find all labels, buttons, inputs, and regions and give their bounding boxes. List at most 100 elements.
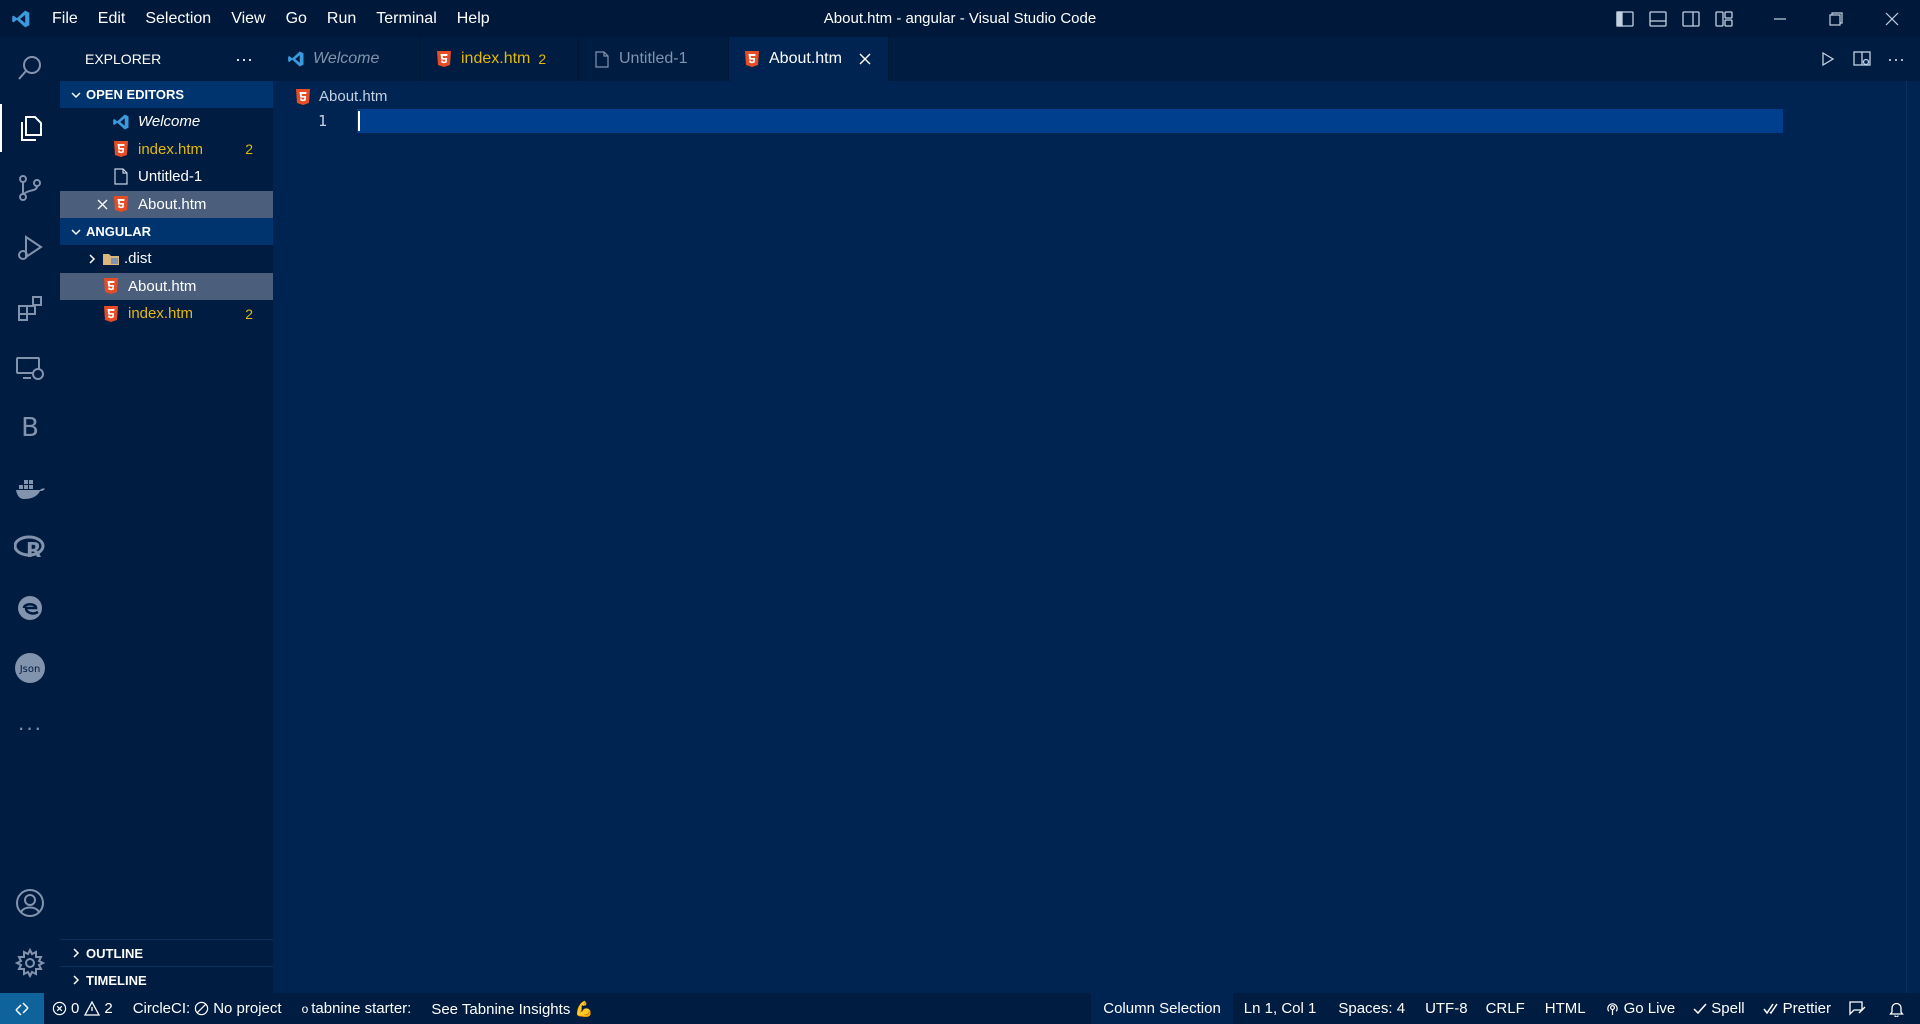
tabnine-icon: o: [301, 1001, 309, 1016]
r-icon[interactable]: R: [0, 524, 60, 572]
editor-scrollbar[interactable]: [1906, 81, 1920, 993]
eol-status[interactable]: CRLF: [1477, 993, 1534, 1024]
more-label: ···: [17, 715, 43, 740]
bookmarks-icon[interactable]: B: [0, 404, 60, 452]
remote-explorer-icon[interactable]: [0, 344, 60, 392]
breadcrumb-file[interactable]: About.htm: [319, 88, 387, 105]
tree-item-dist-folder[interactable]: .dist: [60, 245, 273, 273]
go-live-label: Go Live: [1623, 1000, 1676, 1017]
more-icon[interactable]: ···: [0, 704, 60, 752]
menu-file[interactable]: File: [42, 0, 88, 37]
run-debug-icon[interactable]: [0, 224, 60, 272]
tree-item-index[interactable]: index.htm 2: [60, 300, 273, 328]
close-window-icon[interactable]: [1864, 0, 1920, 37]
source-control-icon[interactable]: [0, 164, 60, 212]
explorer-icon[interactable]: [0, 104, 60, 152]
indentation-status[interactable]: Spaces: 4: [1327, 993, 1416, 1024]
minimize-icon[interactable]: [1752, 0, 1808, 37]
folder-icon: [102, 250, 120, 268]
circleci-status[interactable]: CircleCI: No project: [121, 993, 290, 1024]
customize-layout-icon[interactable]: [1707, 0, 1740, 37]
close-editor-icon[interactable]: [92, 199, 112, 210]
error-icon: [52, 1001, 67, 1016]
feedback-icon[interactable]: [1839, 993, 1881, 1024]
outline-section-header[interactable]: OUTLINE: [60, 939, 273, 966]
open-editor-label: Untitled-1: [138, 168, 203, 186]
open-preview-icon[interactable]: [1848, 45, 1876, 73]
cursor-position-status[interactable]: Ln 1, Col 1: [1233, 993, 1328, 1024]
editor-area[interactable]: About.htm 1: [273, 81, 1920, 993]
tab-label: index.htm: [461, 50, 531, 67]
tab-untitled[interactable]: Untitled-1: [579, 37, 729, 81]
editor-tabs-bar: Welcome index.htm 2 Untitled-1 About.htm…: [273, 37, 1920, 81]
sidebar-header: EXPLORER ···: [60, 37, 273, 81]
explorer-sidebar: EXPLORER ··· OPEN EDITORS Welcome index.…: [60, 37, 273, 993]
chevron-down-icon: [66, 226, 86, 238]
close-tab-icon[interactable]: [856, 50, 874, 68]
menu-terminal[interactable]: Terminal: [366, 0, 446, 37]
menu-edit[interactable]: Edit: [88, 0, 136, 37]
tab-welcome[interactable]: Welcome: [273, 37, 421, 81]
tree-item-about[interactable]: About.htm: [60, 272, 273, 300]
open-editor-item-index[interactable]: index.htm 2: [60, 136, 273, 164]
folder-section-header[interactable]: ANGULAR: [60, 218, 273, 245]
open-editors-label: OPEN EDITORS: [86, 87, 185, 102]
tab-label: Untitled-1: [619, 50, 688, 67]
spell-label: Spell: [1711, 1000, 1745, 1017]
no-project-label: No project: [213, 1000, 282, 1017]
tree-item-label: index.htm: [128, 305, 194, 323]
menu-selection[interactable]: Selection: [135, 0, 221, 37]
menu-bar: File Edit Selection View Go Run Terminal…: [42, 0, 500, 37]
language-mode-status[interactable]: HTML: [1534, 993, 1597, 1024]
menu-view[interactable]: View: [221, 0, 275, 37]
edge-icon[interactable]: [0, 584, 60, 632]
open-editor-item-welcome[interactable]: Welcome: [60, 108, 273, 136]
open-editor-label: About.htm: [138, 195, 207, 213]
open-editor-item-untitled[interactable]: Untitled-1: [60, 163, 273, 191]
manage-gear-icon[interactable]: [0, 939, 60, 987]
prettier-status[interactable]: Prettier: [1755, 993, 1839, 1024]
line-number: 1: [317, 112, 327, 130]
sidebar-bottom-sections: OUTLINE TIMELINE: [60, 939, 273, 993]
vscode-file-icon: [287, 50, 305, 68]
remote-indicator-icon[interactable]: [0, 993, 44, 1024]
tab-about[interactable]: About.htm: [729, 37, 889, 81]
search-icon[interactable]: [0, 44, 60, 92]
column-selection-status[interactable]: Column Selection: [1091, 993, 1233, 1024]
notifications-bell-icon[interactable]: [1881, 993, 1920, 1024]
toggle-primary-sidebar-icon[interactable]: [1608, 0, 1641, 37]
docker-icon[interactable]: [0, 464, 60, 512]
go-live-button[interactable]: Go Live: [1597, 993, 1684, 1024]
chevron-right-icon: [66, 974, 86, 986]
warning-count: 2: [104, 1000, 113, 1017]
timeline-section-header[interactable]: TIMELINE: [60, 966, 273, 993]
sidebar-more-actions-icon[interactable]: ···: [235, 49, 253, 70]
open-editors-section-header[interactable]: OPEN EDITORS: [60, 81, 273, 108]
tab-index[interactable]: index.htm 2: [421, 37, 579, 81]
toggle-secondary-sidebar-icon[interactable]: [1674, 0, 1707, 37]
status-bar: 0 2 CircleCI: No project o tabnine start…: [0, 993, 1920, 1024]
restore-icon[interactable]: [1808, 0, 1864, 37]
title-bar: File Edit Selection View Go Run Terminal…: [0, 0, 1920, 37]
open-editor-item-about[interactable]: About.htm: [60, 190, 273, 218]
problems-status[interactable]: 0 2: [44, 993, 121, 1024]
tabnine-status[interactable]: o tabnine starter:: [290, 993, 420, 1024]
breadcrumb[interactable]: About.htm: [295, 85, 387, 107]
spell-status[interactable]: Spell: [1683, 993, 1754, 1024]
encoding-status[interactable]: UTF-8: [1416, 993, 1477, 1024]
menu-go[interactable]: Go: [276, 0, 317, 37]
svg-text:R: R: [26, 538, 41, 561]
html5-file-icon: [102, 277, 120, 295]
warning-icon: [84, 1001, 101, 1016]
more-actions-icon[interactable]: ···: [1882, 45, 1910, 73]
account-icon[interactable]: [0, 879, 60, 927]
run-file-icon[interactable]: [1814, 45, 1842, 73]
json-icon[interactable]: Json: [0, 644, 60, 692]
tabnine-insights-link[interactable]: See Tabnine Insights 💪: [419, 993, 601, 1024]
html5-file-icon: [743, 50, 761, 68]
toggle-panel-icon[interactable]: [1641, 0, 1674, 37]
tree-item-label: About.htm: [128, 277, 197, 295]
menu-run[interactable]: Run: [317, 0, 366, 37]
menu-help[interactable]: Help: [447, 0, 500, 37]
extensions-icon[interactable]: [0, 284, 60, 332]
